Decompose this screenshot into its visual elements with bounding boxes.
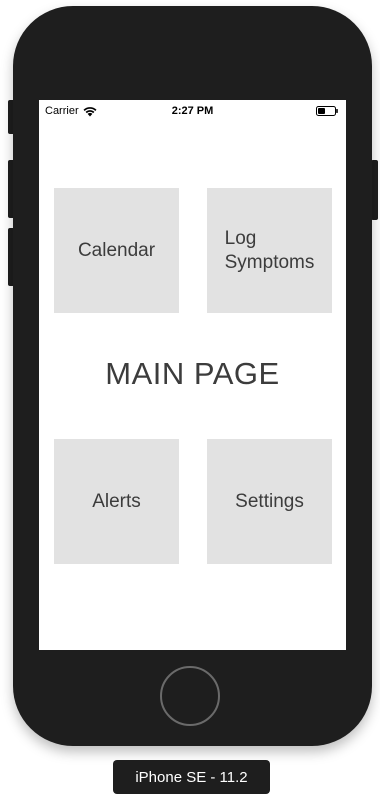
calendar-button[interactable]: Calendar	[54, 188, 179, 313]
log-symptoms-button[interactable]: Log Symptoms	[207, 188, 332, 313]
home-button[interactable]	[160, 666, 220, 726]
device-screen: Carrier 2:27 PM Calendar Log Symptoms MA…	[39, 100, 346, 650]
alerts-button[interactable]: Alerts	[54, 439, 179, 564]
status-time: 2:27 PM	[171, 105, 214, 117]
alerts-button-label: Alerts	[92, 490, 141, 512]
settings-button[interactable]: Settings	[207, 439, 332, 564]
simulator-window: Carrier 2:27 PM Calendar Log Symptoms MA…	[0, 0, 380, 801]
battery-icon	[316, 106, 338, 116]
status-bar: Carrier 2:27 PM	[39, 100, 346, 122]
settings-button-label: Settings	[235, 490, 304, 512]
log-symptoms-button-label: Log Symptoms	[225, 227, 315, 275]
calendar-button-label: Calendar	[77, 239, 156, 261]
log-symptoms-label-line2: Symptoms	[224, 251, 315, 273]
log-symptoms-label-line1: Log	[224, 227, 257, 249]
simulator-device-label: iPhone SE - 11.2	[113, 760, 270, 794]
page-title: MAIN PAGE	[105, 356, 280, 391]
power-button	[371, 160, 378, 220]
